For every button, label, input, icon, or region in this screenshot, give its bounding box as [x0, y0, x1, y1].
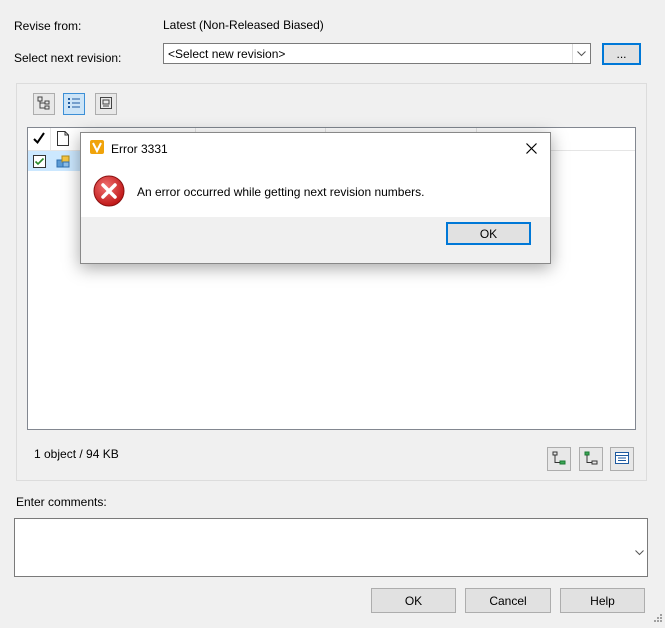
- comments-label: Enter comments:: [16, 495, 107, 509]
- dialog-body: An error occurred while getting next rev…: [81, 163, 550, 217]
- dialog-title: Error 3331: [111, 142, 168, 156]
- next-revision-select[interactable]: <Select new revision>: [163, 43, 591, 64]
- revise-from-label: Revise from:: [14, 19, 82, 33]
- tree-collapse-icon: [583, 450, 599, 469]
- error-dialog: Error 3331 An error occurred while getti…: [80, 132, 551, 264]
- error-icon: [93, 175, 125, 210]
- row-checkbox[interactable]: [33, 155, 46, 171]
- collapse-tree-button[interactable]: [579, 447, 603, 471]
- tree-view-icon: [36, 95, 52, 114]
- dialog-message: An error occurred while getting next rev…: [137, 185, 425, 199]
- expand-tree-button[interactable]: [547, 447, 571, 471]
- preview-view-icon: [98, 95, 114, 114]
- tree-view-button[interactable]: [33, 93, 55, 115]
- dialog-ok-button[interactable]: OK: [446, 222, 531, 245]
- checkmark-column-icon[interactable]: [33, 131, 45, 148]
- file-column-icon[interactable]: [57, 131, 69, 149]
- table-row[interactable]: [28, 151, 80, 171]
- list-view-icon: [66, 95, 82, 114]
- preview-view-button[interactable]: [95, 93, 117, 115]
- comments-input[interactable]: [14, 518, 648, 577]
- chevron-down-icon[interactable]: [635, 545, 644, 559]
- browse-button[interactable]: ...: [602, 43, 641, 65]
- vault-icon: [90, 140, 104, 157]
- dialog-titlebar[interactable]: Error 3331: [81, 133, 550, 163]
- list-view-button[interactable]: [63, 93, 85, 115]
- tree-expand-icon: [551, 450, 567, 469]
- next-revision-select-value: <Select new revision>: [168, 47, 286, 61]
- help-button[interactable]: Help: [560, 588, 645, 613]
- select-next-revision-label: Select next revision:: [14, 51, 122, 65]
- resize-grip-icon[interactable]: [653, 612, 663, 626]
- revise-from-value: Latest (Non-Released Biased): [163, 18, 324, 32]
- details-button[interactable]: [610, 447, 634, 471]
- chevron-down-icon[interactable]: [572, 44, 590, 63]
- close-icon[interactable]: [522, 139, 540, 157]
- details-icon: [614, 450, 630, 469]
- cancel-button[interactable]: Cancel: [465, 588, 551, 613]
- ok-button[interactable]: OK: [371, 588, 456, 613]
- assembly-file-icon: [56, 154, 71, 172]
- status-text: 1 object / 94 KB: [34, 447, 119, 461]
